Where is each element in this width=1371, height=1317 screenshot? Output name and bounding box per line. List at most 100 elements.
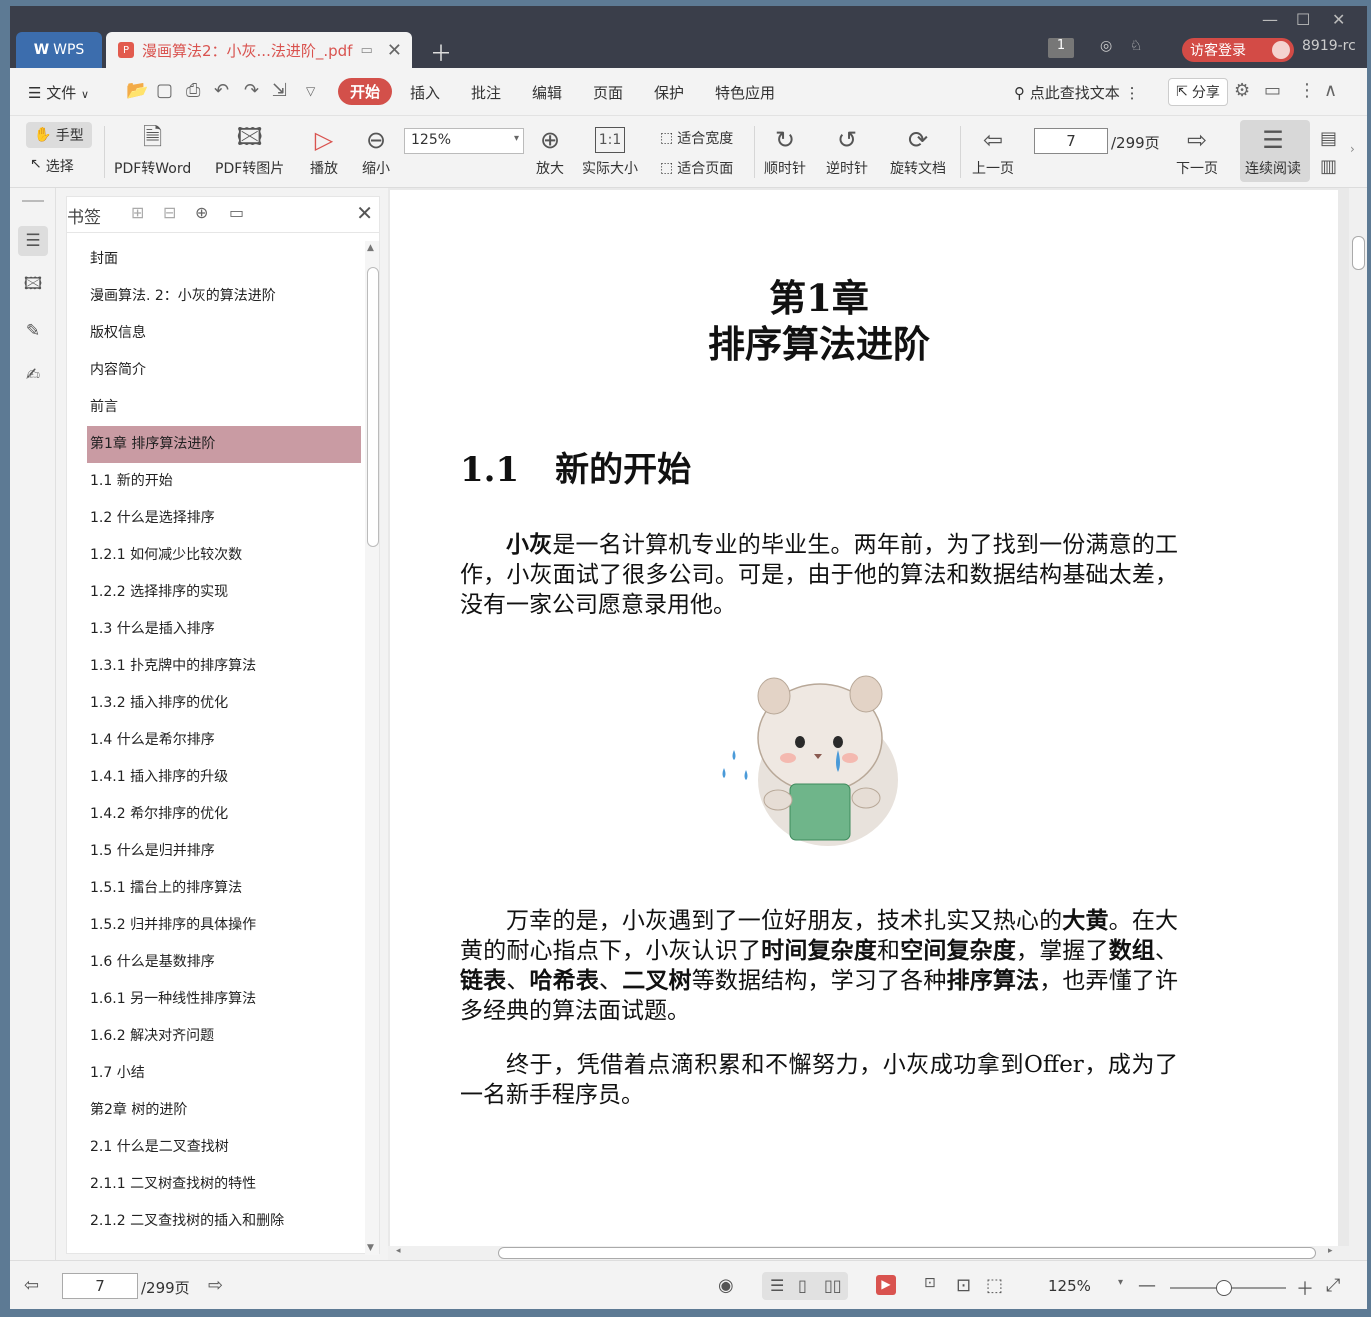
prev-page-button[interactable]: ⇦ 上一页 [972, 122, 1014, 178]
comment-icon[interactable]: ▭ [1264, 80, 1281, 101]
ribbon-scroll-right-icon[interactable]: › [1350, 142, 1355, 156]
tab-page[interactable]: 页面 [593, 82, 623, 103]
bookmark-item[interactable]: 1.4.1 插入排序的升级 [87, 759, 361, 796]
bookmark-item[interactable]: 内容简介 [87, 352, 361, 389]
select-tool-button[interactable]: ↖ 选择 [30, 156, 74, 176]
page-number-input[interactable]: 7 [1034, 128, 1108, 154]
fullscreen-icon[interactable]: ⤢ [1326, 1275, 1340, 1296]
scroll-down-icon[interactable]: ▼ [367, 1243, 374, 1253]
fit-page-button[interactable]: ⬚ 适合页面 [660, 158, 733, 178]
tab-start[interactable]: 开始 [338, 78, 392, 105]
fit-page-icon[interactable]: ⊡ [956, 1275, 971, 1296]
wps-home-tab[interactable]: W WPS [16, 32, 102, 68]
scroll-up-icon[interactable]: ▲ [367, 243, 374, 253]
add-bookmark-icon[interactable]: ⊕ [195, 203, 208, 222]
scroll-thumb[interactable] [367, 267, 379, 547]
actual-size-button[interactable]: 1:1 实际大小 [582, 122, 638, 178]
bookmark-item[interactable]: 1.3.1 扑克牌中的排序算法 [87, 648, 361, 685]
annotation-icon[interactable]: ✎ [18, 316, 48, 346]
continuous-read-button[interactable]: ☰ 连续阅读 [1240, 120, 1310, 182]
hand-tool-button[interactable]: ✋ 手型 [26, 122, 92, 148]
bookmark-item[interactable]: 封面 [87, 241, 361, 278]
redo-icon[interactable]: ↷ [244, 80, 259, 101]
next-page-button[interactable]: ⇨ 下一页 [1176, 122, 1218, 178]
rotate-counterclockwise-button[interactable]: ↺ 逆时针 [826, 122, 868, 178]
tab-annotate[interactable]: 批注 [471, 82, 501, 103]
status-zoom-value[interactable]: 125% [1048, 1277, 1091, 1295]
bookmark-item[interactable]: 1.3 什么是插入排序 [87, 611, 361, 648]
zoom-slider[interactable] [1170, 1280, 1286, 1296]
bookmark-item[interactable]: 第2章 树的进阶 [87, 1092, 361, 1129]
bookmark-item[interactable]: 前言 [87, 389, 361, 426]
bookmark-item[interactable]: 漫画算法. 2：小灰的算法进阶 [87, 278, 361, 315]
scroll-thumb[interactable] [498, 1247, 1316, 1259]
minimize-icon[interactable]: — [1262, 10, 1278, 29]
bookmark-item[interactable]: 1.2 什么是选择排序 [87, 500, 361, 537]
fit-width-icon[interactable]: ⬚ [986, 1275, 1003, 1296]
bookmark-item[interactable]: 1.3.2 插入排序的优化 [87, 685, 361, 722]
prev-page-icon[interactable]: ⇦ [24, 1275, 39, 1296]
bookmark-item[interactable]: 1.5.2 归并排序的具体操作 [87, 907, 361, 944]
expand-all-icon[interactable]: ⊞ [131, 203, 144, 222]
scroll-right-icon[interactable]: ▸ [1328, 1246, 1333, 1256]
single-view-icon[interactable]: ▯ [798, 1276, 807, 1295]
more-quick-icon[interactable]: ▽ [306, 84, 315, 98]
bookmark-item[interactable]: 1.1 新的开始 [87, 463, 361, 500]
tab-protect[interactable]: 保护 [654, 82, 684, 103]
document-tab[interactable]: P 漫画算法2：小灰...法进阶_.pdf ▭ ✕ [106, 32, 412, 68]
continuous-view-icon[interactable]: ☰ [770, 1276, 784, 1295]
close-icon[interactable]: ✕ [356, 201, 373, 225]
bookmark-item[interactable]: 1.6.1 另一种线性排序算法 [87, 981, 361, 1018]
zoom-out-icon[interactable]: — [1138, 1275, 1156, 1296]
play-button[interactable]: ▷ 播放 [310, 122, 338, 178]
file-menu[interactable]: ☰ 文件 ∨ [28, 82, 89, 103]
zoom-select[interactable]: 125% ▾ [404, 128, 524, 154]
drag-handle[interactable] [22, 200, 44, 202]
bookmark-options-icon[interactable]: ▭ [229, 203, 244, 222]
bookmark-item[interactable]: 1.6.2 解决对齐问题 [87, 1018, 361, 1055]
zoom-slider-knob[interactable] [1216, 1280, 1232, 1296]
bookmark-scrollbar[interactable]: ▲ ▼ [365, 241, 379, 1255]
undo-icon[interactable]: ↶ [214, 80, 229, 101]
scroll-left-icon[interactable]: ◂ [396, 1246, 401, 1256]
share-button[interactable]: ⇱ 分享 [1168, 78, 1228, 106]
document-vertical-scrollbar[interactable] [1349, 188, 1367, 1246]
close-tab-icon[interactable]: ✕ [387, 40, 402, 61]
rotate-document-button[interactable]: ⟳ 旋转文档 [890, 122, 946, 178]
bookmark-item[interactable]: 2.1.1 二叉树查找树的特性 [87, 1166, 361, 1203]
pdf-to-image-button[interactable]: 🖾 PDF转图片 [215, 122, 284, 178]
guest-login-button[interactable]: 访客登录 [1182, 38, 1294, 62]
single-page-icon[interactable]: ▤ [1320, 128, 1337, 149]
print-icon[interactable]: ⎙ [186, 80, 200, 101]
actual-size-icon[interactable]: ⊡ [924, 1275, 936, 1291]
collapse-ribbon-icon[interactable]: ∧ [1324, 80, 1337, 101]
skin-icon[interactable]: ♘ [1130, 38, 1143, 54]
signature-icon[interactable]: ✍ [18, 360, 48, 390]
bookmark-item[interactable]: 1.7 小结 [87, 1055, 361, 1092]
zoom-out-button[interactable]: ⊖ 缩小 [362, 122, 390, 178]
bookmark-panel-icon[interactable]: ☰ [18, 226, 48, 256]
more-icon[interactable]: ⋮ [1298, 80, 1316, 101]
thumbnail-icon[interactable]: 🖾 [18, 270, 48, 300]
search-text[interactable]: ⚲ 点此查找文本 ⋮ [1014, 82, 1140, 103]
tab-count-badge[interactable]: 1 [1048, 38, 1074, 58]
play-icon[interactable]: ▶ [876, 1275, 896, 1295]
export-icon[interactable]: ⇲ [272, 80, 287, 101]
zoom-in-icon[interactable]: ＋ [1296, 1275, 1314, 1301]
open-icon[interactable]: 📂 [126, 80, 148, 101]
scroll-thumb[interactable] [1352, 236, 1365, 270]
bookmark-item[interactable]: 1.4 什么是希尔排序 [87, 722, 361, 759]
bookmark-item[interactable]: 2.1.2 二叉查找树的插入和删除 [87, 1203, 361, 1240]
bookmark-item[interactable]: 第1章 排序算法进阶 [87, 426, 361, 463]
status-page-input[interactable]: 7 [62, 1273, 138, 1299]
save-icon[interactable]: ▢ [156, 80, 173, 101]
rotate-clockwise-button[interactable]: ↻ 顺时针 [764, 122, 806, 178]
double-view-icon[interactable]: ▯▯ [824, 1276, 842, 1295]
tab-special[interactable]: 特色应用 [715, 82, 775, 103]
bookmark-item[interactable]: 1.2.1 如何减少比较次数 [87, 537, 361, 574]
pin-tab-icon[interactable]: ▭ [360, 43, 372, 58]
collapse-all-icon[interactable]: ⊟ [163, 203, 176, 222]
tab-edit[interactable]: 编辑 [532, 82, 562, 103]
theme-icon[interactable]: ◎ [1100, 38, 1112, 54]
maximize-icon[interactable]: ☐ [1296, 10, 1310, 29]
